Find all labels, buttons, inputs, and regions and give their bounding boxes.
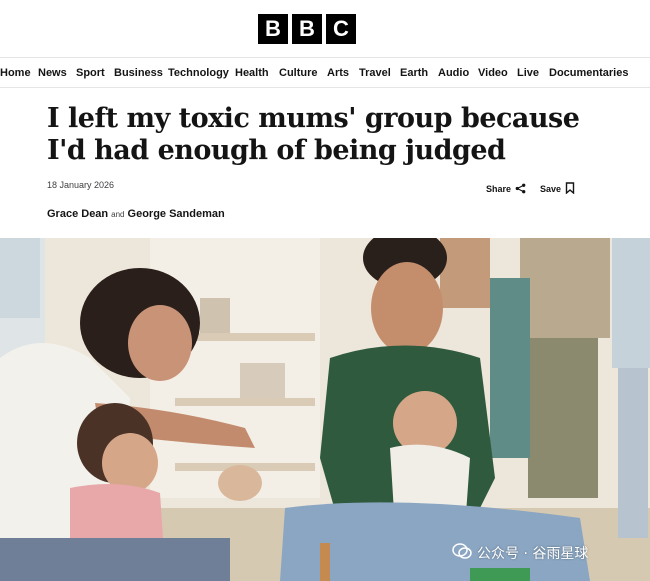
main-nav: Home News Sport Business Technology Heal… [0,58,650,88]
nav-item-earth[interactable]: Earth [400,67,428,79]
article-headline: I left my toxic mums' group because I'd … [47,103,580,166]
nav-item-technology[interactable]: Technology [168,67,229,79]
nav-item-business[interactable]: Business [114,67,163,79]
share-icon [515,183,526,196]
publish-date: 18 January 2026 [47,180,115,190]
byline-and: and [111,210,125,219]
save-label: Save [540,184,562,194]
watermark: 公众号 · 谷雨星球 [452,543,588,563]
nav-item-documentaries[interactable]: Documentaries [549,67,628,79]
logo-letter-c: C [326,14,356,44]
article-actions: Share Save [486,182,575,196]
nav-item-audio[interactable]: Audio [438,67,469,79]
hero-photo [0,238,650,581]
masthead: B B C [0,0,650,58]
author-name[interactable]: Grace Dean [47,208,108,220]
nav-item-live[interactable]: Live [517,67,539,79]
wechat-icon [452,543,472,563]
bookmark-icon [565,182,575,196]
logo-letter-b2: B [292,14,322,44]
nav-item-news[interactable]: News [38,67,67,79]
nav-item-health[interactable]: Health [235,67,269,79]
byline: Grace Dean and George Sandeman [47,208,225,220]
bbc-logo[interactable]: B B C [258,14,356,44]
nav-item-travel[interactable]: Travel [359,67,391,79]
nav-item-home[interactable]: Home [0,67,31,79]
nav-item-culture[interactable]: Culture [279,67,318,79]
logo-letter-b1: B [258,14,288,44]
watermark-text: 公众号 · 谷雨星球 [477,546,589,562]
save-button[interactable]: Save [540,182,575,196]
share-label: Share [486,184,512,194]
author-name[interactable]: George Sandeman [128,208,225,220]
nav-item-arts[interactable]: Arts [327,67,349,79]
nav-item-sport[interactable]: Sport [76,67,105,79]
share-button[interactable]: Share [486,183,526,196]
hero-photo-illustration [0,238,650,581]
nav-item-video[interactable]: Video [478,67,508,79]
